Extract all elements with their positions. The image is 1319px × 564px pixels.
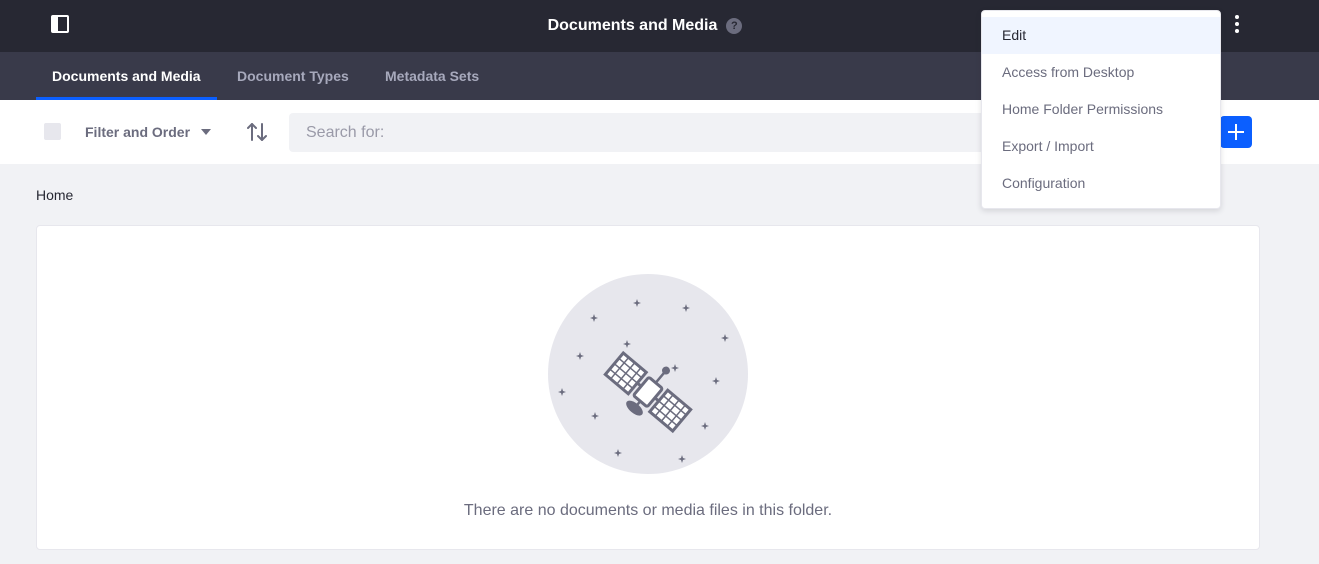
breadcrumb-home[interactable]: Home <box>36 187 73 203</box>
tab-documents-and-media[interactable]: Documents and Media <box>36 52 217 100</box>
search-input[interactable]: Search for: <box>289 113 989 152</box>
breadcrumb: Home <box>36 187 73 203</box>
menu-item-home-folder-permissions[interactable]: Home Folder Permissions <box>982 91 1220 128</box>
select-all-checkbox[interactable] <box>44 123 61 140</box>
options-dropdown-menu: Edit Access from Desktop Home Folder Per… <box>981 10 1221 209</box>
menu-item-edit[interactable]: Edit <box>982 17 1220 54</box>
menu-item-configuration[interactable]: Configuration <box>982 165 1220 202</box>
satellite-icon <box>548 274 748 474</box>
filter-and-order-button[interactable]: Filter and Order <box>85 121 212 143</box>
help-icon[interactable]: ? <box>726 18 743 34</box>
kebab-menu-icon[interactable] <box>1228 12 1246 36</box>
add-button[interactable] <box>1220 116 1252 148</box>
tab-metadata-sets[interactable]: Metadata Sets <box>369 52 495 100</box>
caret-down-icon <box>201 129 212 135</box>
menu-item-export-import[interactable]: Export / Import <box>982 128 1220 165</box>
empty-state-message: There are no documents or media files in… <box>463 502 833 519</box>
page-title: Documents and Media <box>547 17 718 34</box>
menu-item-access-from-desktop[interactable]: Access from Desktop <box>982 54 1220 91</box>
sort-icon[interactable] <box>247 121 267 143</box>
filter-and-order-label: Filter and Order <box>85 124 191 140</box>
tab-document-types[interactable]: Document Types <box>221 52 365 100</box>
